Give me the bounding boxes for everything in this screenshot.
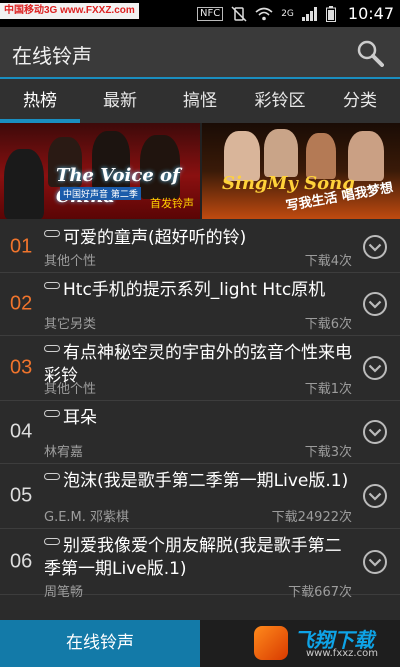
download-count: 下载1次 [304,382,352,397]
download-count: 下载24922次 [271,510,352,525]
category-tabs: 热榜 最新 搞怪 彩铃区 分类 [0,79,400,123]
ringtone-list: 01 可爱的童声(超好听的铃) 其他个性 下载4次 02 Htc手机的提示系列_… [0,221,400,620]
song-artist: 周笔畅 [44,585,84,600]
song-title-line: 可爱的童声(超好听的铃) [44,227,356,250]
song-title-line: 耳朵 [44,407,356,430]
song-title: 可爱的童声(超好听的铃) [63,228,247,248]
list-item[interactable]: 03 有点神秘空灵的宇宙外的弦音个性来电彩铃 其他个性 下载1次 [0,336,400,401]
banner-figure [4,149,44,219]
song-title: Htc手机的提示系列_light Htc原机 [63,280,326,300]
vibrate-muted-icon [231,5,247,22]
song-artist: 其他个性 [44,382,97,397]
bottom-tab-online-ringtones[interactable]: 在线铃声 [0,620,200,667]
rank-number: 05 [10,484,33,507]
list-item[interactable]: 05 泡沫(我是歌手第二季第一期Live版.1) G.E.M. 邓紫棋 下载24… [0,464,400,529]
signal-icon [301,6,317,21]
banner-voice-of-china[interactable]: The Voice of China 中国好声音 第二季 首发铃声 [0,123,200,219]
rank-number: 02 [10,292,33,315]
ringtone-icon [44,410,60,417]
download-count: 下载4次 [304,254,352,269]
search-icon[interactable] [356,39,384,67]
page-title: 在线铃声 [12,44,92,68]
song-artist: G.E.M. 邓紫棋 [44,510,130,525]
list-item[interactable]: 02 Htc手机的提示系列_light Htc原机 其它另类 下载6次 [0,273,400,336]
rank-number: 04 [10,420,33,443]
battery-icon [325,5,336,22]
tab-categories[interactable]: 分类 [320,79,400,123]
chevron-down-icon[interactable] [362,291,388,317]
ringtone-icon [44,345,60,352]
song-artist: 其他个性 [44,254,97,269]
list-item[interactable]: 01 可爱的童声(超好听的铃) 其他个性 下载4次 [0,221,400,273]
download-count: 下载667次 [288,585,352,600]
song-title: 别爱我像爱个朋友解脱(我是歌手第二季第一期Live版.1) [44,536,342,579]
banner-sing-my-song[interactable]: SingMy Song 写我生活 唱我梦想 [202,123,400,219]
status-icons: NFC 2G 10:47 [196,0,394,27]
download-count: 下载3次 [304,445,352,460]
song-title-line: 泡沫(我是歌手第二季第一期Live版.1) [44,470,356,493]
tab-ringback[interactable]: 彩铃区 [240,79,320,123]
song-title-line: Htc手机的提示系列_light Htc原机 [44,279,356,302]
banner-voice-subtitle: 中国好声音 第二季 [60,187,141,200]
ringtone-icon [44,282,60,289]
chevron-down-icon[interactable] [362,234,388,260]
ringtone-icon [44,230,60,237]
download-count: 下载6次 [304,317,352,332]
watermark-site: www.FXXZ.com [60,5,135,16]
list-item[interactable]: 04 耳朵 林宥嘉 下载3次 [0,401,400,464]
action-bar: 在线铃声 [0,27,400,79]
logo-badge-icon [254,626,288,660]
watermark: 中国移动3G www.FXXZ.com [0,3,139,19]
ringtone-icon [44,473,60,480]
wifi-icon [255,7,273,20]
tab-funny[interactable]: 搞怪 [160,79,240,123]
carrier-label: 中国移动3G [4,5,58,16]
song-title: 泡沫(我是歌手第二季第一期Live版.1) [63,471,349,491]
banner-figure [264,129,298,177]
tab-latest[interactable]: 最新 [80,79,160,123]
clock: 10:47 [347,4,394,23]
song-title: 耳朵 [63,408,97,428]
network-type: 2G [281,8,294,19]
bottom-bar: 在线铃声 飞翔下载 www.fxxz.com [0,620,400,667]
chevron-down-icon[interactable] [362,355,388,381]
list-item[interactable]: 06 别爱我像爱个朋友解脱(我是歌手第二季第一期Live版.1) 周笔畅 下载6… [0,529,400,600]
rank-number: 01 [10,235,33,257]
nfc-icon: NFC [196,6,224,21]
chevron-down-icon[interactable] [362,419,388,445]
chevron-down-icon[interactable] [362,549,388,575]
song-artist: 林宥嘉 [44,445,84,460]
status-bar: 中国移动3G www.FXXZ.com NFC 2G 10:47 [0,0,400,27]
chevron-down-icon[interactable] [362,483,388,509]
download-site-logo: 飞翔下载 www.fxxz.com [254,624,394,664]
banner-carousel: The Voice of China 中国好声音 第二季 首发铃声 SingMy… [0,123,400,219]
banner-voice-tag: 首发铃声 [150,197,194,210]
song-title-line: 别爱我像爱个朋友解脱(我是歌手第二季第一期Live版.1) [44,535,356,581]
rank-number: 03 [10,356,33,379]
song-artist: 其它另类 [44,317,97,332]
tab-hot[interactable]: 热榜 [0,79,80,123]
rank-number: 06 [10,550,33,572]
logo-url: www.fxxz.com [306,648,378,659]
ringtone-icon [44,538,60,545]
